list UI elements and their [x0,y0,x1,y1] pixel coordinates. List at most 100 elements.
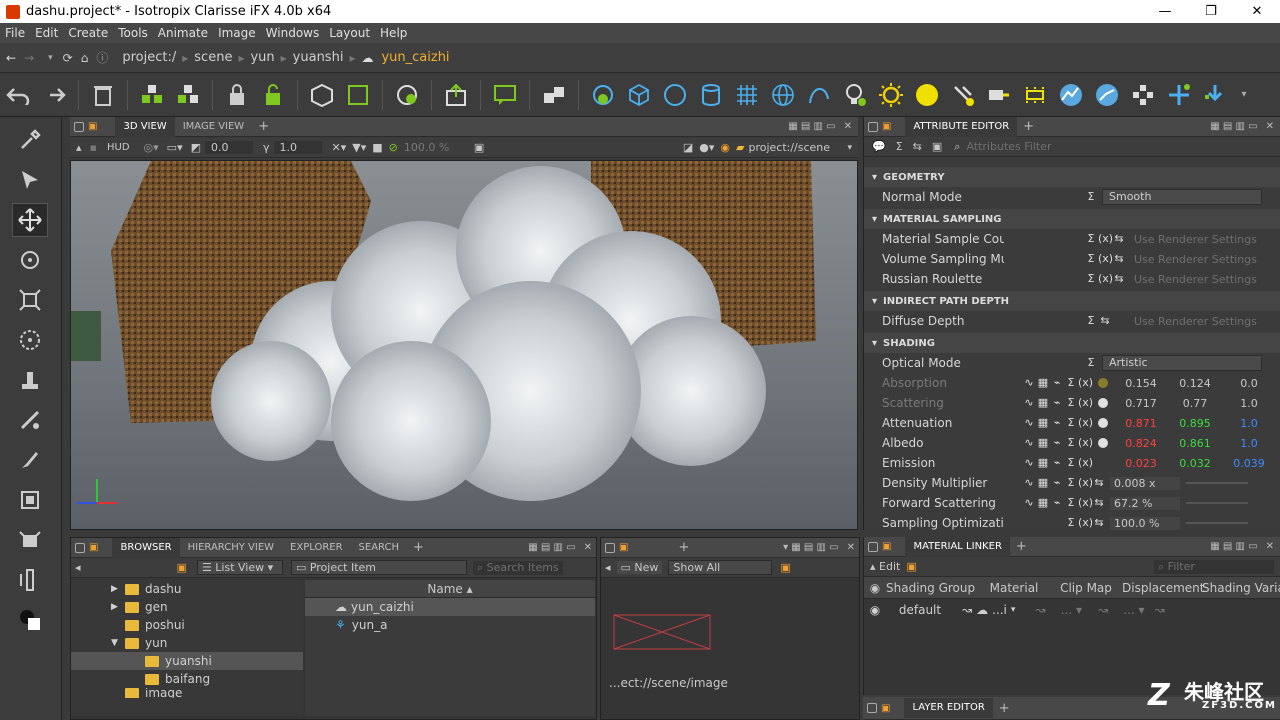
tree-item-yuanshi[interactable]: yuanshi [71,652,303,670]
visibility-icon[interactable]: ◉ [864,581,886,595]
import-icon[interactable] [441,80,471,110]
close-panel-icon[interactable]: ✕ [584,542,592,553]
info-icon[interactable]: ⓘ [96,49,108,66]
tree-item-dashu[interactable]: ▶ dashu [71,580,303,598]
animate-icon[interactable]: ⌁ [1050,496,1064,510]
scalar-value-field[interactable]: 67.2 % [1110,496,1180,510]
curve-icon[interactable]: ∿ [1022,376,1036,390]
add-tab-icon[interactable]: + [999,701,1010,716]
texture-icon[interactable]: ▦ [1036,456,1050,470]
tab-explorer[interactable]: EXPLORER [282,538,351,558]
expression-icon[interactable]: (x) [1078,476,1093,490]
scene-dropdown-icon[interactable]: ▾ [847,143,852,153]
image-view-icon[interactable]: ▣ [780,561,790,574]
color-g-value[interactable]: 0.032 [1168,457,1222,470]
tree-item-baifang[interactable]: baifang [71,670,303,688]
new-button[interactable]: ▭ New [616,561,663,574]
tab-layer-editor[interactable]: LAYER EDITOR [904,698,993,718]
home-icon[interactable]: ⌂ [81,51,89,65]
stamp-tool-icon[interactable] [12,363,48,397]
color-r-value[interactable]: 0.717 [1114,397,1168,410]
expression-icon[interactable]: Σ [896,140,903,153]
scalar-value-field[interactable]: 0.008 x [1110,476,1180,490]
texture-icon[interactable]: ▦ [1036,416,1050,430]
lock-icon[interactable] [605,542,615,553]
eye-icon[interactable]: ◉ [720,141,730,154]
search-items-input[interactable]: ⌕ Search Items [472,560,563,575]
sigma-icon[interactable]: Σ [1064,516,1078,530]
expression-icon[interactable]: (x) [1078,376,1093,390]
group-icon[interactable] [137,80,167,110]
gamma-field[interactable]: 1.0 [273,141,322,154]
point-light-icon[interactable] [912,80,942,110]
link-icon[interactable]: ⇆ [1092,476,1106,490]
combiner-icon[interactable] [588,80,618,110]
camera-tool-icon[interactable] [12,523,48,557]
menu-windows[interactable]: Windows [261,26,325,40]
tree-item-image[interactable]: image [71,688,303,698]
material-pick-icon[interactable]: ↝ [962,603,972,617]
collapse-arrow-icon[interactable]: ▼ [111,638,125,648]
brush-tool-icon[interactable] [12,443,48,477]
tab-hierarchy-view[interactable]: HIERARCHY VIEW [180,538,282,558]
scalar-slider[interactable] [1186,482,1248,484]
expand-arrow-icon[interactable]: ▶ [111,602,125,612]
toolbar-more-icon[interactable]: ▾ [1236,80,1252,110]
close-panel-icon[interactable]: ✕ [844,121,852,132]
layout-icon[interactable]: ▦ ▤ ▥ ▭ [528,542,575,553]
color-r-value[interactable]: 0.154 [1114,377,1168,390]
display-icon[interactable]: ◎▾ [144,141,159,154]
bounding-icon[interactable] [343,80,373,110]
shading-section-header[interactable]: ▾ SHADING [864,333,1280,353]
visibility-icon[interactable]: ◉ [864,603,886,617]
scale-tool-icon[interactable] [12,283,48,317]
pivot-tool-icon[interactable] [12,323,48,357]
collapse-icon[interactable]: ◂ [605,561,611,574]
add-tab-icon[interactable]: + [258,119,269,134]
menu-file[interactable]: File [0,26,30,40]
tab-image-view[interactable]: IMAGE VIEW [175,117,252,137]
project-item-select[interactable]: ▭ Project Item [290,560,467,575]
lock-icon[interactable] [75,542,85,553]
animate-icon[interactable]: ⌁ [1050,476,1064,490]
ungroup-icon[interactable] [173,80,203,110]
expression-icon[interactable]: (x) [1078,456,1093,470]
minimize-icon[interactable]: — [1142,0,1188,23]
close-panel-icon[interactable]: ✕ [1266,541,1274,552]
link-icon[interactable]: ⇆ [1112,252,1126,266]
directional-light-icon[interactable] [984,80,1014,110]
material-cell[interactable]: ...i [992,603,1007,617]
add-tab-icon[interactable]: + [678,540,689,555]
crumb-yuanshi[interactable]: yuanshi [289,50,348,65]
color-b-value[interactable]: 1.0 [1222,417,1276,430]
texture-icon[interactable]: ▦ [1036,376,1050,390]
col-shading-variables[interactable]: Shading Variab [1202,581,1280,595]
3d-viewport[interactable] [70,160,858,530]
show-all-select[interactable]: Show All [668,560,773,575]
restore-icon[interactable]: ❐ [1188,0,1234,23]
curve-icon[interactable]: ∿ [1022,416,1036,430]
list-item-yun-caizhi[interactable]: ☁ yun_caizhi [305,598,595,616]
sigma-icon[interactable]: Σ [1084,356,1098,370]
add-tab-icon[interactable]: + [1023,119,1034,134]
menu-create[interactable]: Create [63,26,113,40]
close-icon[interactable]: ✕ [1234,0,1280,23]
lock-icon[interactable] [868,121,878,132]
add-tab-icon[interactable]: + [413,540,424,555]
col-material[interactable]: Material [978,581,1050,595]
color-r-value[interactable]: 0.824 [1114,437,1168,450]
expression-icon[interactable]: (x) [1078,516,1093,530]
color-g-value[interactable]: 0.895 [1168,417,1222,430]
color-swatch[interactable] [1098,458,1108,468]
expression-icon[interactable]: (x) [1078,436,1093,450]
sigma-icon[interactable]: Σ [1064,396,1078,410]
material-sampling-section-header[interactable]: ▾ MATERIAL SAMPLING [864,209,1280,229]
aspect-icon[interactable]: ◩ [191,141,201,154]
color-r-value[interactable]: 0.023 [1114,457,1168,470]
normal-mode-select[interactable]: Smooth [1102,189,1262,205]
col-clip-map[interactable]: Clip Map [1050,581,1122,595]
animate-icon[interactable]: ⌁ [1050,436,1064,450]
crumb-yun[interactable]: yun [246,50,278,65]
link-icon[interactable]: ⇆ [1092,496,1106,510]
texture-icon[interactable]: ▦ [1036,496,1050,510]
